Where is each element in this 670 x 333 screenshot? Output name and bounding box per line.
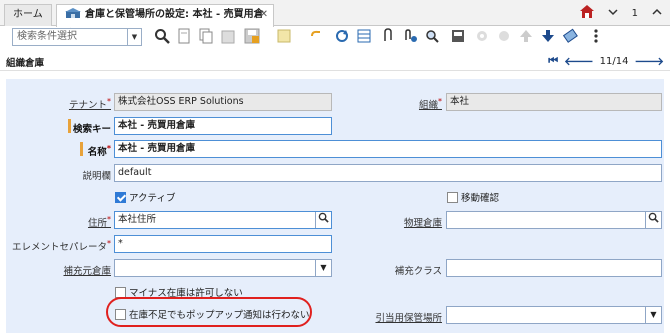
more-menu-icon[interactable] xyxy=(588,28,604,44)
tenant-label[interactable]: テナント* xyxy=(69,97,111,111)
section-title: 組織倉庫 xyxy=(6,58,45,69)
search-icon[interactable] xyxy=(154,28,170,44)
replenishment-class-field[interactable] xyxy=(446,259,662,277)
copy-record-icon[interactable] xyxy=(198,28,214,44)
searchkey-field[interactable]: 本社 - 売買用倉庫 xyxy=(114,117,332,135)
physical-warehouse-label[interactable]: 物理倉庫 xyxy=(404,215,442,229)
warehouse-form xyxy=(6,79,664,333)
highlight-annotation xyxy=(106,297,312,327)
tab-home-label: ホーム xyxy=(13,9,43,20)
new-record-icon[interactable] xyxy=(176,28,192,44)
description-field[interactable]: default xyxy=(114,164,662,182)
active-checkbox[interactable]: アクティブ xyxy=(115,190,175,204)
description-label: 説明欄 xyxy=(82,171,111,182)
org-field: 本社 xyxy=(446,93,662,111)
chevron-down-icon[interactable]: ▼ xyxy=(127,29,141,45)
previous-record-icon[interactable]: 🡐 xyxy=(564,54,594,68)
physical-warehouse-field[interactable] xyxy=(446,211,662,229)
org-label[interactable]: 組織* xyxy=(419,97,442,111)
replenishment-warehouse-label[interactable]: 補充元倉庫 xyxy=(63,263,111,277)
note-icon[interactable] xyxy=(276,28,292,44)
in-transit-label: 移動確認 xyxy=(461,193,500,204)
chevron-down-icon[interactable]: ▼ xyxy=(315,260,331,276)
chevron-down-icon[interactable] xyxy=(608,8,618,19)
address-field[interactable]: 本社住所 xyxy=(114,211,332,229)
address-value: 本社住所 xyxy=(118,214,157,225)
top-right-controls: 1 xyxy=(579,5,662,21)
separator-field[interactable]: * xyxy=(114,235,332,253)
chevron-down-icon[interactable]: ▼ xyxy=(645,307,661,323)
record-position: 11/14 xyxy=(599,55,629,67)
reserve-locator-select[interactable]: ▼ xyxy=(446,306,662,324)
checkbox-unchecked-icon[interactable] xyxy=(447,191,458,203)
checkbox-checked-icon[interactable] xyxy=(115,191,126,203)
arrow-down-icon[interactable] xyxy=(540,28,556,44)
warehouse-icon xyxy=(65,6,81,18)
searchkey-label: 検索キー xyxy=(72,124,111,135)
home-icon[interactable] xyxy=(579,5,594,21)
process-icon[interactable] xyxy=(496,28,512,44)
arrow-up-icon[interactable] xyxy=(518,28,534,44)
refresh-icon[interactable] xyxy=(334,28,350,44)
replenishment-class-label: 補充クラス xyxy=(394,266,442,277)
address-label[interactable]: 住所* xyxy=(88,215,111,229)
name-label: 名称* xyxy=(87,144,111,159)
save-icon[interactable] xyxy=(244,28,260,44)
separator-label: エレメントセパレータ* xyxy=(11,239,111,254)
undo-icon[interactable] xyxy=(308,28,324,44)
address-search-icon[interactable] xyxy=(315,212,331,228)
attachment-chat-icon[interactable] xyxy=(402,28,418,44)
active-label: アクティブ xyxy=(129,193,176,204)
replenishment-warehouse-select[interactable]: ▼ xyxy=(114,259,332,277)
delete-icon[interactable] xyxy=(220,28,236,44)
tab-home[interactable]: ホーム xyxy=(4,4,52,26)
attachment-icon[interactable] xyxy=(380,28,396,44)
section-header: 組織倉庫 ⏮ 🡐 11/14 🡒 xyxy=(0,51,670,71)
tab-bar: ホーム 倉庫と保管場所の設定: 本社 - 売買用倉庫 ✕ 1 xyxy=(0,0,670,40)
tab-warehouse-setup[interactable]: 倉庫と保管場所の設定: 本社 - 売買用倉庫 ✕ xyxy=(56,4,274,40)
close-tab-icon[interactable]: ✕ xyxy=(260,5,268,25)
toolbar: 検索条件選択 ▼ xyxy=(0,27,670,49)
physical-warehouse-search-icon[interactable] xyxy=(645,212,661,228)
next-record-icon[interactable]: 🡒 xyxy=(635,54,665,68)
search-criteria-select[interactable]: 検索条件選択 ▼ xyxy=(12,28,142,46)
mandatory-marker xyxy=(68,119,71,133)
first-record-icon[interactable]: ⏮ xyxy=(548,54,558,68)
product-info-icon[interactable] xyxy=(562,28,578,44)
chevron-up-icon[interactable] xyxy=(652,8,662,19)
window-count: 1 xyxy=(631,7,638,19)
in-transit-checkbox[interactable]: 移動確認 xyxy=(447,190,499,204)
search-criteria-placeholder: 検索条件選択 xyxy=(17,31,77,42)
checkbox-unchecked-icon[interactable] xyxy=(115,286,126,298)
settings-icon[interactable] xyxy=(474,28,490,44)
tenant-field: 株式会社OSS ERP Solutions xyxy=(114,93,332,111)
grid-toggle-icon[interactable] xyxy=(356,28,372,44)
mandatory-marker xyxy=(80,142,83,156)
zoom-across-icon[interactable] xyxy=(424,28,440,44)
archive-icon[interactable] xyxy=(450,28,466,44)
record-navigation: ⏮ 🡐 11/14 🡒 xyxy=(548,54,664,68)
reserve-locator-label[interactable]: 引当用保管場所 xyxy=(375,310,442,324)
name-field[interactable]: 本社 - 売買用倉庫 xyxy=(114,140,662,158)
